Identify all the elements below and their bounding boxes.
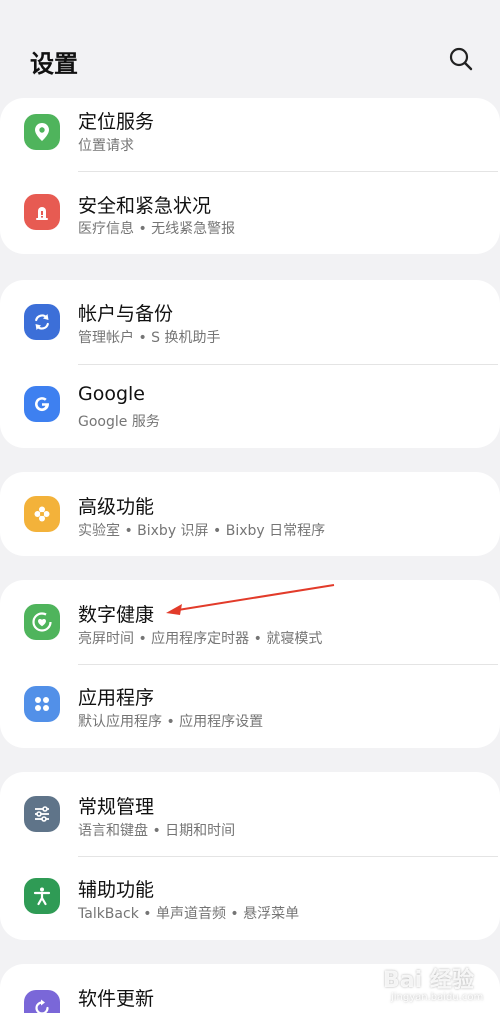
setting-title: 软件更新 [78,988,155,1010]
search-icon [449,47,473,71]
setting-subtitle: 实验室 • Bixby 识屏 • Bixby 日常程序 [78,523,326,539]
setting-subtitle: 管理帐户 • S 换机助手 [78,330,221,346]
settings-group-accounts: 帐户与备份 管理帐户 • S 换机助手 Google Google 服务 [0,280,500,448]
settings-group-location-safety: 定位服务 位置请求 安全和紧急状况 医疗信息 • 无线紧急警报 [0,98,500,254]
settings-group-wellbeing: 数字健康 亮屏时间 • 应用程序定时器 • 就寝模式 应用程序 默认应用程序 •… [0,580,500,748]
location-pin-icon [24,114,60,150]
setting-subtitle: 语言和键盘 • 日期和时间 [78,823,236,839]
setting-item-wellbeing[interactable]: 数字健康 亮屏时间 • 应用程序定时器 • 就寝模式 [0,580,500,664]
setting-title: 辅助功能 [78,879,155,901]
setting-subtitle: 默认应用程序 • 应用程序设置 [78,714,264,730]
setting-subtitle: 位置请求 [78,138,134,154]
setting-subtitle: Google 服务 [78,414,160,430]
accessibility-icon [24,878,60,914]
setting-item-accounts[interactable]: 帐户与备份 管理帐户 • S 换机助手 [0,280,500,364]
search-button[interactable] [446,44,476,74]
watermark-url: jingyan.baidu.com [391,992,484,1003]
setting-title: 高级功能 [78,496,155,518]
setting-title: 数字健康 [78,604,155,626]
setting-title: 帐户与备份 [78,303,174,325]
setting-subtitle: TalkBack • 单声道音频 • 悬浮菜单 [78,906,300,922]
settings-group-general: 常规管理 语言和键盘 • 日期和时间 辅助功能 TalkBack • 单声道音频… [0,772,500,940]
setting-item-general[interactable]: 常规管理 语言和键盘 • 日期和时间 [0,772,500,856]
setting-subtitle: 亮屏时间 • 应用程序定时器 • 就寝模式 [78,631,323,647]
page-title: 设置 [30,50,78,78]
apps-grid-icon [24,686,60,722]
setting-item-advanced[interactable]: 高级功能 实验室 • Bixby 识屏 • Bixby 日常程序 [0,472,500,556]
sync-icon [24,304,60,340]
puzzle-icon [24,496,60,532]
setting-item-accessibility[interactable]: 辅助功能 TalkBack • 单声道音频 • 悬浮菜单 [0,856,500,940]
watermark-logo-text: Bai 经验 [383,968,474,993]
google-icon [24,386,60,422]
settings-group-advanced: 高级功能 实验室 • Bixby 识屏 • Bixby 日常程序 [0,472,500,556]
setting-title: 安全和紧急状况 [78,195,212,217]
setting-title: Google [78,383,146,405]
setting-item-location[interactable]: 定位服务 位置请求 [0,98,500,172]
setting-subtitle: 医疗信息 • 无线紧急警报 [78,221,236,237]
setting-item-google[interactable]: Google Google 服务 [0,364,500,448]
setting-title: 定位服务 [78,111,155,133]
app-header: 设置 [0,0,500,96]
setting-title: 应用程序 [78,687,155,709]
update-icon [24,990,60,1013]
baidu-jingyan-watermark: Bai 经验 jingyan.baidu.com [383,962,498,1010]
setting-item-safety[interactable]: 安全和紧急状况 医疗信息 • 无线紧急警报 [0,172,500,254]
alert-icon [24,194,60,230]
setting-title: 常规管理 [78,796,155,818]
heart-ring-icon [24,604,60,640]
sliders-icon [24,796,60,832]
setting-item-apps[interactable]: 应用程序 默认应用程序 • 应用程序设置 [0,664,500,748]
